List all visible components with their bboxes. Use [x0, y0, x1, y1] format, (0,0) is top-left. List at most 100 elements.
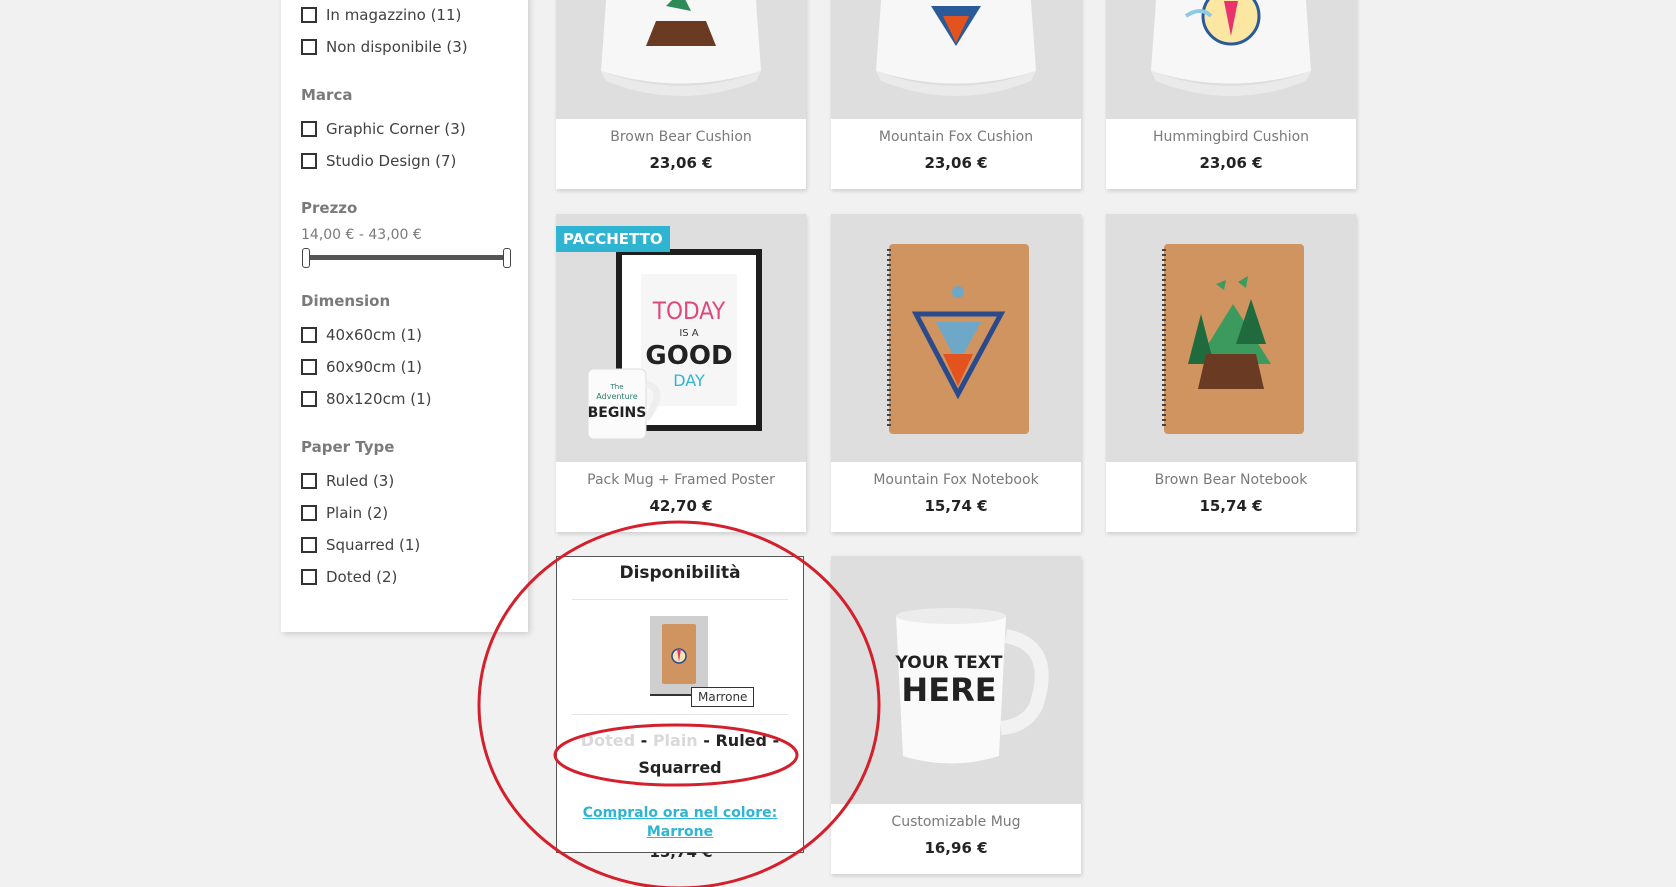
checkbox[interactable]: [301, 505, 317, 521]
option-squarred[interactable]: Squarred: [638, 758, 721, 777]
product-image[interactable]: [556, 0, 806, 119]
poster-word-good: GOOD: [645, 341, 732, 371]
paper-type-options: Doted - Plain - Ruled - Squarred: [557, 727, 803, 781]
popup-title: Disponibilità: [619, 563, 741, 583]
product-name[interactable]: Brown Bear Notebook: [1106, 472, 1356, 488]
facet-label: 40x60cm (1): [326, 326, 422, 344]
notebook-image: [887, 244, 1029, 434]
product-card-mountain-fox-cushion[interactable]: Mountain Fox Cushion 23,06 €: [831, 0, 1081, 189]
poster-word-is-a: IS A: [679, 328, 698, 339]
facet-label: Graphic Corner (3): [326, 120, 466, 138]
product-price: 23,06 €: [924, 154, 988, 172]
facet-title-paper-type: Paper Type: [301, 438, 395, 456]
buy-link-line1[interactable]: Compralo ora nel colore:: [583, 805, 777, 821]
facet-label: Plain (2): [326, 504, 389, 522]
checkbox[interactable]: [301, 391, 317, 407]
checkbox[interactable]: [301, 121, 317, 137]
filter-sidebar: In magazzino (11) Non disponibile (3) Ma…: [281, 0, 528, 632]
color-swatch-marrone[interactable]: [650, 616, 708, 696]
product-image[interactable]: YOUR TEXT HERE: [831, 556, 1081, 804]
product-image[interactable]: [831, 0, 1081, 119]
checkbox[interactable]: [301, 7, 317, 23]
price-slider-min-handle[interactable]: [302, 248, 310, 268]
cushion-image: [601, 0, 761, 96]
facet-label: 60x90cm (1): [326, 358, 422, 376]
product-price: 15,74 €: [1199, 497, 1263, 515]
product-price: 23,06 €: [649, 154, 713, 172]
availability-popup: Disponibilità Marrone Doted - Plain - Ru…: [556, 556, 804, 853]
mug-text-bottom: HERE: [901, 671, 996, 709]
product-card-brown-bear-notebook[interactable]: Brown Bear Notebook 15,74 €: [1106, 214, 1356, 532]
facet-out-of-stock[interactable]: Non disponibile (3): [301, 38, 468, 56]
facet-title-dimension: Dimension: [301, 292, 391, 310]
facet-label: 80x120cm (1): [326, 390, 432, 408]
facet-title-price: Prezzo: [301, 199, 358, 217]
facet-dimension-80x120[interactable]: 80x120cm (1): [301, 390, 431, 408]
product-price: 16,96 €: [924, 839, 988, 857]
product-image[interactable]: [1106, 0, 1356, 119]
product-name[interactable]: Mountain Fox Cushion: [831, 129, 1081, 145]
buy-link-line2[interactable]: Marrone: [647, 824, 713, 840]
facet-label: Doted (2): [326, 568, 398, 586]
mug-text-line3: BEGINS: [588, 405, 647, 421]
checkbox[interactable]: [301, 153, 317, 169]
product-price: 15,74 €: [924, 497, 988, 515]
price-slider-track[interactable]: [305, 255, 509, 260]
product-name[interactable]: Hummingbird Cushion: [1106, 129, 1356, 145]
facet-brand-studio-design[interactable]: Studio Design (7): [301, 152, 456, 170]
product-name[interactable]: Mountain Fox Notebook: [831, 472, 1081, 488]
cushion-image: [1151, 0, 1311, 96]
option-plain-unavailable: Plain: [652, 731, 698, 750]
facet-paper-plain[interactable]: Plain (2): [301, 504, 388, 522]
facet-paper-ruled[interactable]: Ruled (3): [301, 472, 394, 490]
facet-dimension-60x90[interactable]: 60x90cm (1): [301, 358, 422, 376]
product-name[interactable]: Brown Bear Cushion: [556, 129, 806, 145]
facet-in-stock[interactable]: In magazzino (11): [301, 6, 461, 24]
swatch-tooltip: Marrone: [691, 687, 755, 707]
buy-now-color-link[interactable]: Compralo ora nel colore: Marrone: [557, 804, 803, 842]
mug-text-line1: The: [609, 383, 623, 391]
product-name[interactable]: Customizable Mug: [831, 814, 1081, 830]
checkbox[interactable]: [301, 473, 317, 489]
facet-paper-doted[interactable]: Doted (2): [301, 568, 397, 586]
poster-word-today: TODAY: [652, 297, 726, 325]
mug-text-line2: Adventure: [596, 392, 637, 401]
poster-word-day: DAY: [673, 371, 705, 390]
facet-brand-graphic-corner[interactable]: Graphic Corner (3): [301, 120, 466, 138]
product-image[interactable]: [1106, 214, 1356, 462]
product-card-hummingbird-cushion[interactable]: Hummingbird Cushion 23,06 €: [1106, 0, 1356, 189]
product-card-customizable-mug[interactable]: YOUR TEXT HERE Customizable Mug 16,96 €: [831, 556, 1081, 874]
checkbox[interactable]: [301, 359, 317, 375]
checkbox[interactable]: [301, 39, 317, 55]
product-price: 42,70 €: [649, 497, 713, 515]
checkbox[interactable]: [301, 569, 317, 585]
facet-title-brand: Marca: [301, 86, 353, 104]
popup-divider: [572, 714, 788, 715]
option-separator: -: [697, 731, 716, 750]
option-separator: -: [766, 731, 780, 750]
option-doted-unavailable: Doted: [580, 731, 636, 750]
product-card-mountain-fox-notebook[interactable]: Mountain Fox Notebook 15,74 €: [831, 214, 1081, 532]
product-image[interactable]: [831, 214, 1081, 462]
facet-dimension-40x60[interactable]: 40x60cm (1): [301, 326, 422, 344]
price-slider-max-handle[interactable]: [503, 248, 511, 268]
mug-image: YOUR TEXT HERE: [895, 608, 1049, 764]
notebook-image: [1162, 244, 1304, 434]
facet-paper-squarred[interactable]: Squarred (1): [301, 536, 420, 554]
checkbox[interactable]: [301, 537, 317, 553]
popup-divider: [572, 599, 788, 600]
product-name[interactable]: Pack Mug + Framed Poster: [556, 472, 806, 488]
option-ruled[interactable]: Ruled: [715, 731, 767, 750]
facet-label: Squarred (1): [326, 536, 421, 554]
product-price: 23,06 €: [1199, 154, 1263, 172]
pack-badge: PACCHETTO: [556, 226, 670, 252]
facet-label: Studio Design (7): [326, 152, 457, 170]
product-card-brown-bear-cushion[interactable]: Brown Bear Cushion 23,06 €: [556, 0, 806, 189]
facet-label: Non disponibile (3): [326, 38, 468, 56]
option-separator: -: [635, 731, 653, 750]
checkbox[interactable]: [301, 327, 317, 343]
product-card-pack-mug-framed-poster[interactable]: TODAY IS A GOOD DAY The Adventure BEGINS…: [556, 214, 806, 532]
facet-label: Ruled (3): [326, 472, 395, 490]
notebook-thumbnail: [662, 624, 696, 684]
price-range-label: 14,00 € - 43,00 €: [301, 227, 422, 243]
